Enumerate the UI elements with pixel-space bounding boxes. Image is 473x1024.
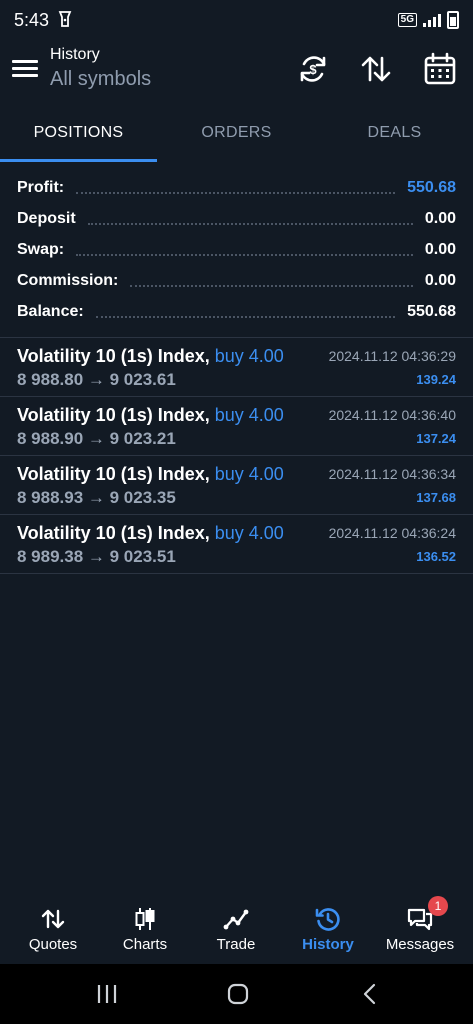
deal-time: 2024.11.12 04:36:40 (328, 407, 456, 423)
swap-label: Swap: (17, 240, 65, 258)
active-tab-indicator (0, 159, 157, 162)
system-nav-bar (0, 964, 473, 1024)
dotted-leader (87, 221, 413, 225)
list-item[interactable]: Volatility 10 (1s) Index, buy 4.00 8 988… (0, 456, 473, 515)
profit-label: Profit: (17, 178, 65, 196)
deal-prices: 8 988.80 → 9 023.61 (17, 370, 176, 389)
deal-prices: 8 989.38 → 9 023.51 (17, 547, 176, 566)
unread-badge: 1 (428, 896, 448, 916)
deal-profit: 136.52 (416, 549, 456, 564)
tab-orders[interactable]: ORDERS (158, 112, 315, 162)
home-icon[interactable] (225, 982, 251, 1006)
trade-icon (223, 906, 249, 932)
nav-messages[interactable]: 1 Messages (374, 896, 466, 964)
dotted-leader (130, 283, 413, 287)
deal-profit: 137.24 (416, 431, 456, 446)
deal-symbol-line: Volatility 10 (1s) Index, buy 4.00 (17, 346, 284, 367)
deal-prices: 8 988.90 → 9 023.21 (17, 429, 176, 448)
dotted-leader (95, 314, 396, 318)
account-summary: Profit: 550.68 Deposit 0.00 Swap: 0.00 C… (0, 172, 473, 327)
deal-symbol: Volatility 10 (1s) Index, (17, 464, 210, 484)
deal-direction: buy 4.00 (214, 464, 284, 484)
summary-row-swap: Swap: 0.00 (0, 234, 473, 265)
status-bar: 5:43 5G (0, 0, 473, 40)
nav-label: History (302, 936, 354, 953)
summary-row-balance: Balance: 550.68 (0, 296, 473, 327)
deal-time: 2024.11.12 04:36:34 (328, 466, 456, 482)
currency-exchange-icon[interactable]: $ (296, 52, 330, 86)
list-item[interactable]: Volatility 10 (1s) Index, buy 4.00 8 988… (0, 397, 473, 456)
deal-profit: 139.24 (416, 372, 456, 387)
dotted-leader (76, 190, 396, 194)
deal-prices: 8 988.93 → 9 023.35 (17, 488, 176, 507)
menu-icon[interactable] (12, 56, 38, 80)
status-time: 5:43 (14, 10, 50, 30)
summary-row-profit: Profit: 550.68 (0, 172, 473, 203)
charts-icon (132, 906, 158, 932)
dotted-leader (76, 252, 413, 256)
nav-label: Charts (122, 936, 168, 953)
nav-label: Messages (385, 936, 455, 953)
deal-profit: 137.68 (416, 490, 456, 505)
signal-icon (423, 13, 441, 27)
status-icons: 5G (397, 10, 459, 30)
network-type: 5G (397, 13, 417, 27)
deal-direction: buy 4.00 (214, 405, 284, 425)
deal-time: 2024.11.12 04:36:29 (328, 348, 456, 364)
balance-value: 550.68 (407, 302, 456, 320)
battery-icon (447, 11, 459, 29)
deal-symbol-line: Volatility 10 (1s) Index, buy 4.00 (17, 464, 284, 485)
nav-label: Quotes (28, 936, 78, 953)
app-header: History All symbols $ (0, 40, 473, 110)
commission-label: Commission: (17, 271, 119, 289)
sort-icon[interactable] (359, 52, 393, 86)
list-item[interactable]: Volatility 10 (1s) Index, buy 4.00 8 988… (0, 338, 473, 397)
bottom-nav: Quotes Charts Trade History 1 Messages (0, 896, 473, 964)
history-icon (315, 906, 341, 932)
deal-symbol: Volatility 10 (1s) Index, (17, 346, 210, 366)
deal-symbol: Volatility 10 (1s) Index, (17, 405, 210, 425)
history-tabs: POSITIONS ORDERS DEALS (0, 112, 473, 162)
deal-time: 2024.11.12 04:36:24 (328, 525, 456, 541)
calendar-icon[interactable] (423, 52, 457, 86)
profit-value: 550.68 (407, 178, 456, 196)
page-title: History (50, 46, 100, 63)
summary-row-commission: Commission: 0.00 (0, 265, 473, 296)
tab-positions[interactable]: POSITIONS (0, 112, 157, 162)
commission-value: 0.00 (424, 271, 456, 289)
nav-quotes[interactable]: Quotes (7, 898, 99, 964)
deal-symbol-line: Volatility 10 (1s) Index, buy 4.00 (17, 405, 284, 426)
deposit-value: 0.00 (424, 209, 456, 227)
list-item[interactable]: Volatility 10 (1s) Index, buy 4.00 8 989… (0, 515, 473, 574)
positions-list: Volatility 10 (1s) Index, buy 4.00 8 988… (0, 338, 473, 574)
deal-direction: buy 4.00 (214, 523, 284, 543)
flashlight-icon (58, 11, 72, 27)
swap-value: 0.00 (424, 240, 456, 258)
deal-symbol-line: Volatility 10 (1s) Index, buy 4.00 (17, 523, 284, 544)
svg-text:$: $ (309, 62, 317, 77)
back-icon[interactable] (357, 982, 383, 1006)
deposit-label: Deposit (17, 209, 76, 227)
quotes-icon (40, 906, 66, 932)
deal-direction: buy 4.00 (214, 346, 284, 366)
nav-label: Trade (216, 936, 256, 953)
nav-trade[interactable]: Trade (190, 898, 282, 964)
nav-charts[interactable]: Charts (99, 898, 191, 964)
deal-symbol: Volatility 10 (1s) Index, (17, 523, 210, 543)
summary-row-deposit: Deposit 0.00 (0, 203, 473, 234)
recent-apps-icon[interactable] (94, 982, 120, 1006)
symbol-filter[interactable]: All symbols (50, 68, 151, 91)
balance-label: Balance: (17, 302, 84, 320)
nav-history[interactable]: History (282, 898, 374, 964)
tab-deals[interactable]: DEALS (316, 112, 473, 162)
